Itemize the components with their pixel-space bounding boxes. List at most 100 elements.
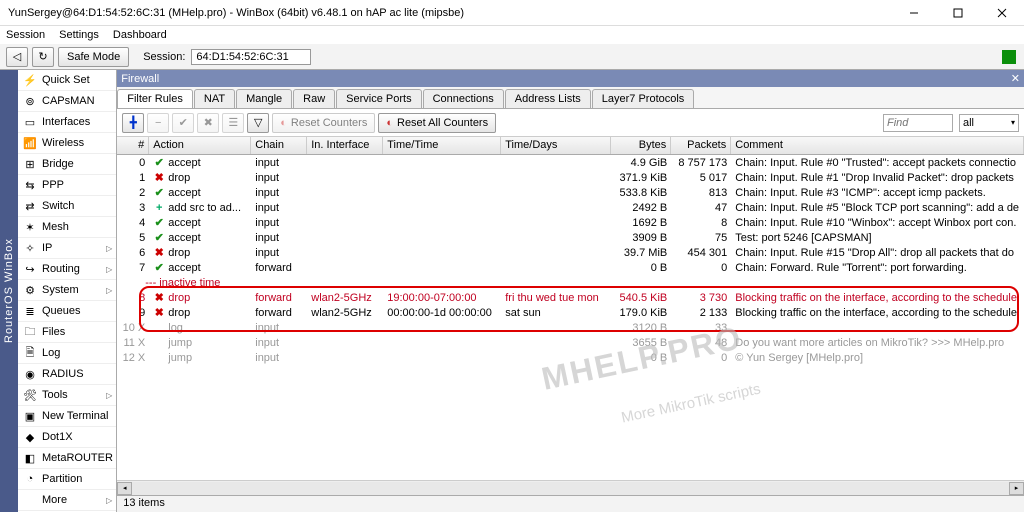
sidebar-icon: ⚙ [23, 283, 37, 297]
tab-address-lists[interactable]: Address Lists [505, 89, 591, 108]
action-icon: ✖ [153, 171, 165, 184]
action-icon: ✔ [153, 186, 165, 199]
sidebar-item-routing[interactable]: ↪Routing▷ [18, 259, 116, 280]
col-interface[interactable]: In. Interface [307, 137, 383, 154]
table-row[interactable]: 0✔acceptinput4.9 GiB8 757 173Chain: Inpu… [117, 155, 1024, 170]
sidebar-item-label: New Terminal [42, 410, 108, 422]
menu-settings[interactable]: Settings [59, 29, 99, 41]
sidebar-item-label: CAPsMAN [42, 95, 95, 107]
sidebar-item-interfaces[interactable]: ▭Interfaces [18, 112, 116, 133]
table-row[interactable]: 10 Xloginput3120 B33 [117, 320, 1024, 335]
col-action[interactable]: Action [149, 137, 251, 154]
window-title: YunSergey@64:D1:54:52:6C:31 (MHelp.pro) … [0, 7, 892, 19]
tab-raw[interactable]: Raw [293, 89, 335, 108]
safemode-button[interactable]: Safe Mode [58, 47, 129, 67]
maximize-button[interactable] [936, 0, 980, 26]
sidebar-item-quick-set[interactable]: ⚡Quick Set [18, 70, 116, 91]
table-row[interactable]: 5✔acceptinput3909 B75Test: port 5246 [CA… [117, 230, 1024, 245]
tab-mangle[interactable]: Mangle [236, 89, 292, 108]
sidebar-item-tools[interactable]: 🛠Tools▷ [18, 385, 116, 406]
filter-button[interactable]: ▽ [247, 113, 269, 133]
tab-service-ports[interactable]: Service Ports [336, 89, 421, 108]
sidebar-item-switch[interactable]: ⇄Switch [18, 196, 116, 217]
panel-close-icon[interactable]: ✕ [1011, 72, 1020, 85]
reset-all-label: Reset All Counters [397, 117, 488, 129]
chevron-right-icon: ▷ [106, 265, 112, 274]
minimize-button[interactable] [892, 0, 936, 26]
sidebar-item-bridge[interactable]: ⊞Bridge [18, 154, 116, 175]
tab-nat[interactable]: NAT [194, 89, 235, 108]
sidebar-item-mesh[interactable]: ✶Mesh [18, 217, 116, 238]
sidebar-item-radius[interactable]: ◉RADIUS [18, 364, 116, 385]
reset-counters-button[interactable]: ◐Reset Counters [272, 113, 375, 133]
col-days[interactable]: Time/Days [501, 137, 611, 154]
sidebar-item-files[interactable]: 🗀Files [18, 322, 116, 343]
chevron-right-icon: ▷ [106, 391, 112, 400]
col-time[interactable]: Time/Time [383, 137, 501, 154]
sidebar-item-ppp[interactable]: ⇆PPP [18, 175, 116, 196]
col-packets[interactable]: Packets [671, 137, 731, 154]
add-button[interactable]: ╋ [122, 113, 144, 133]
session-label: Session: [143, 51, 185, 63]
table-row[interactable]: 12 Xjumpinput0 B0© Yun Sergey [MHelp.pro… [117, 350, 1024, 365]
filter-dropdown[interactable]: all ▾ [959, 114, 1019, 132]
table-row[interactable]: 4✔acceptinput1692 B8Chain: Input. Rule #… [117, 215, 1024, 230]
sidebar-item-new-terminal[interactable]: ▣ New Terminal [18, 406, 116, 427]
table-row[interactable]: 2✔acceptinput533.8 KiB813Chain: Input. R… [117, 185, 1024, 200]
menu-session[interactable]: Session [6, 29, 45, 41]
action-icon: ✖ [153, 291, 165, 304]
sidebar-icon: ⇄ [23, 199, 37, 213]
chevron-right-icon: ▷ [106, 496, 112, 505]
sidebar-icon: ◔ [23, 472, 37, 486]
table-row[interactable]: 11 Xjumpinput3655 B48Do you want more ar… [117, 335, 1024, 350]
col-bytes[interactable]: Bytes [611, 137, 671, 154]
tab-connections[interactable]: Connections [423, 89, 504, 108]
sidebar-item-capsman[interactable]: ⊚ CAPsMAN [18, 91, 116, 112]
sidebar-icon: ▣ [23, 409, 37, 423]
sidebar-item-dot1x[interactable]: ◆Dot1X [18, 427, 116, 448]
table-row[interactable]: 7✔acceptforward0 B0Chain: Forward. Rule … [117, 260, 1024, 275]
menubar: Session Settings Dashboard [0, 26, 1024, 44]
sidebar-icon: ⊚ [23, 94, 37, 108]
chevron-down-icon: ▾ [1011, 118, 1015, 127]
sidebar-icon: ↪ [23, 262, 37, 276]
action-icon: ✖ [153, 306, 165, 319]
reset-all-counters-button[interactable]: ◐Reset All Counters [378, 113, 496, 133]
group-label: --- inactive time [117, 275, 1024, 290]
tab-filter-rules[interactable]: Filter Rules [117, 89, 193, 108]
sidebar-item-more[interactable]: More▷ [18, 490, 116, 511]
table-row[interactable]: 8✖dropforwardwlan2-5GHz19:00:00-07:00:00… [117, 290, 1024, 305]
sidebar-item-metarouter[interactable]: ◧MetaROUTER [18, 448, 116, 469]
comment-button[interactable]: ☰ [222, 113, 244, 133]
col-comment[interactable]: Comment [731, 137, 1024, 154]
filter-dropdown-label: all [963, 117, 974, 129]
table-row[interactable]: 6✖dropinput39.7 MiB454 301Chain: Input. … [117, 245, 1024, 260]
enable-button[interactable]: ✔ [172, 113, 194, 133]
tab-layer7-protocols[interactable]: Layer7 Protocols [592, 89, 695, 108]
sidebar-item-partition[interactable]: ◔Partition [18, 469, 116, 490]
sidebar-item-wireless[interactable]: 📶Wireless [18, 133, 116, 154]
sidebar-item-label: MetaROUTER [42, 452, 113, 464]
sidebar-item-system[interactable]: ⚙System▷ [18, 280, 116, 301]
table-row[interactable]: 9✖dropforwardwlan2-5GHz00:00:00-1d 00:00… [117, 305, 1024, 320]
close-button[interactable] [980, 0, 1024, 26]
sidebar-item-log[interactable]: 🗎Log [18, 343, 116, 364]
sidebar-item-label: IP [42, 242, 52, 254]
back-button[interactable]: ◁ [6, 47, 28, 67]
grid-header: # Action Chain In. Interface Time/Time T… [117, 137, 1024, 155]
sidebar-item-label: Queues [42, 305, 81, 317]
table-row[interactable]: 1✖dropinput371.9 KiB5 017Chain: Input. R… [117, 170, 1024, 185]
disable-button[interactable]: ✖ [197, 113, 219, 133]
table-row[interactable]: 3+add src to ad...input2492 B47Chain: In… [117, 200, 1024, 215]
remove-button[interactable]: − [147, 113, 169, 133]
h-scrollbar[interactable]: ◂▸ [117, 480, 1024, 495]
chevron-right-icon: ▷ [106, 286, 112, 295]
find-input[interactable] [883, 114, 953, 132]
col-chain[interactable]: Chain [251, 137, 307, 154]
col-num[interactable]: # [117, 137, 149, 154]
redo-button[interactable]: ↻ [32, 47, 54, 67]
sidebar-item-queues[interactable]: ≣Queues [18, 301, 116, 322]
sidebar-item-label: Bridge [42, 158, 74, 170]
menu-dashboard[interactable]: Dashboard [113, 29, 167, 41]
sidebar-item-ip[interactable]: ✧IP▷ [18, 238, 116, 259]
